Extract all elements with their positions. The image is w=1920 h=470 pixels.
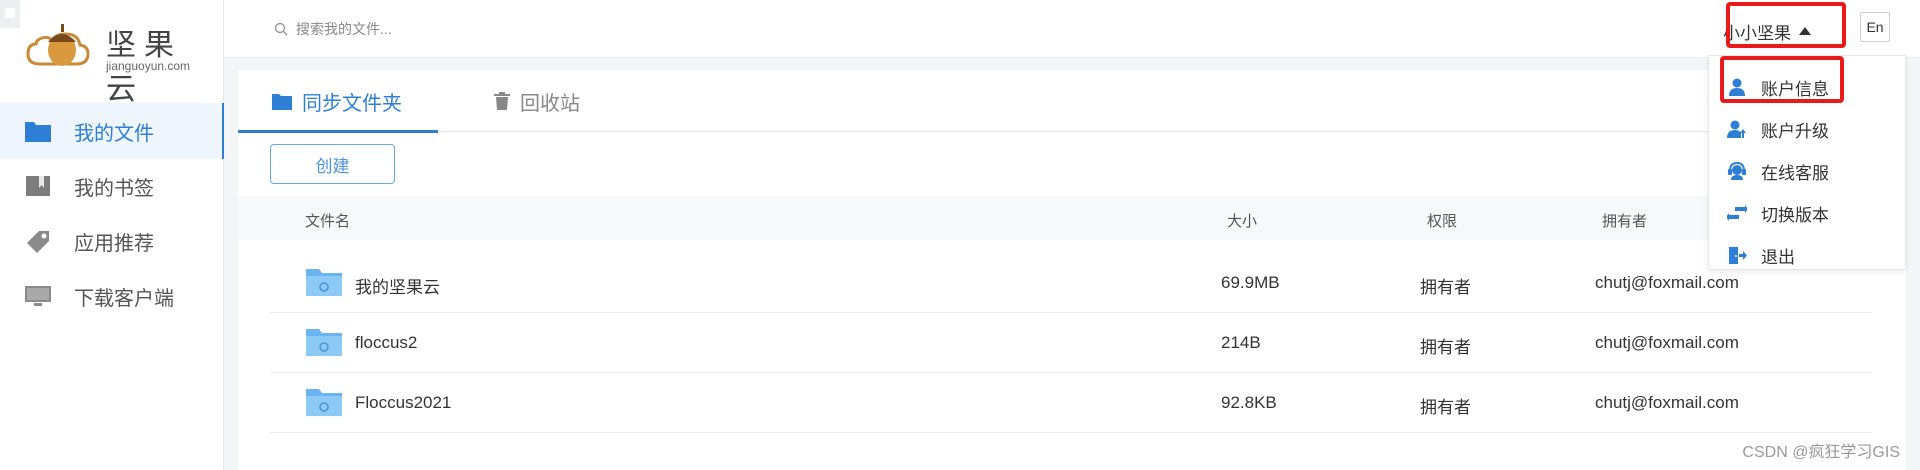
sidebar-item-label: 我的书签 bbox=[74, 177, 154, 200]
sidebar-item-label: 我的文件 bbox=[74, 122, 154, 145]
table-row[interactable]: floccus2 214B 拥有者 chutj@foxmail.com bbox=[270, 313, 1872, 373]
file-permission: 拥有者 bbox=[1420, 338, 1471, 357]
logout-icon bbox=[1726, 244, 1748, 266]
menu-item-account-upgrade[interactable]: 账户升级 bbox=[1709, 108, 1905, 150]
bookmark-book-icon bbox=[24, 172, 52, 200]
column-header-permission: 权限 bbox=[1427, 213, 1458, 230]
folder-icon bbox=[24, 117, 52, 145]
monitor-icon bbox=[24, 282, 52, 310]
sidebar-item-app-recommend[interactable]: 应用推荐 bbox=[0, 213, 223, 269]
folder-icon bbox=[272, 93, 292, 110]
trash-icon bbox=[494, 92, 510, 110]
headset-icon bbox=[1726, 160, 1748, 182]
highlight-box-account-info bbox=[1720, 56, 1844, 103]
logo[interactable]: 坚果云 jianguoyun.com bbox=[26, 14, 206, 107]
acorn-logo-icon bbox=[26, 24, 90, 66]
menu-item-label: 账户升级 bbox=[1761, 121, 1829, 141]
column-header-size[interactable]: 大小 bbox=[1227, 210, 1257, 231]
sidebar-item-label: 下载客户端 bbox=[74, 287, 174, 310]
switch-arrows-icon bbox=[1726, 202, 1748, 224]
search-input[interactable]: 搜索我的文件... bbox=[274, 16, 674, 42]
tab-label: 同步文件夹 bbox=[302, 92, 402, 115]
tab-recycle-bin[interactable]: 回收站 bbox=[494, 70, 634, 132]
sidebar-item-my-files[interactable]: 我的文件 bbox=[0, 103, 224, 159]
file-owner: chutj@foxmail.com bbox=[1595, 273, 1739, 292]
tab-bar: 同步文件夹 回收站 bbox=[238, 70, 1906, 133]
file-size: 92.8KB bbox=[1221, 393, 1277, 412]
file-name[interactable]: 我的坚果云 bbox=[355, 273, 440, 298]
sidebar-item-download-client[interactable]: 下载客户端 bbox=[0, 268, 223, 324]
create-button[interactable]: 创建 bbox=[270, 144, 395, 184]
search-placeholder: 搜索我的文件... bbox=[296, 21, 392, 37]
file-name[interactable]: floccus2 bbox=[355, 333, 417, 353]
column-header-name[interactable]: 文件名 bbox=[305, 210, 350, 231]
table-row[interactable]: 我的坚果云 69.9MB 拥有者 chutj@foxmail.com bbox=[270, 253, 1872, 313]
language-toggle-button[interactable]: En bbox=[1860, 12, 1890, 42]
file-size: 214B bbox=[1221, 333, 1261, 352]
table-row[interactable]: Floccus2021 92.8KB 拥有者 chutj@foxmail.com bbox=[270, 373, 1872, 433]
menu-item-online-support[interactable]: 在线客服 bbox=[1709, 150, 1905, 192]
tab-label: 回收站 bbox=[520, 92, 580, 115]
top-header: 搜索我的文件... 小小坚果 En bbox=[224, 0, 1920, 58]
file-owner: chutj@foxmail.com bbox=[1595, 333, 1739, 352]
highlight-box-user bbox=[1726, 2, 1846, 48]
search-icon bbox=[274, 22, 288, 36]
file-permission: 拥有者 bbox=[1420, 398, 1471, 417]
file-owner: chutj@foxmail.com bbox=[1595, 393, 1739, 412]
menu-item-label: 切换版本 bbox=[1761, 205, 1829, 225]
logo-subtitle: jianguoyun.com bbox=[106, 59, 191, 73]
file-name[interactable]: Floccus2021 bbox=[355, 393, 451, 413]
sync-folder-icon bbox=[306, 389, 342, 416]
column-header-owner: 拥有者 bbox=[1602, 213, 1648, 230]
sync-folder-icon bbox=[306, 269, 342, 296]
user-upgrade-icon bbox=[1726, 118, 1748, 140]
sync-folder-icon bbox=[306, 329, 342, 356]
watermark: CSDN @疯狂学习GIS bbox=[1742, 444, 1900, 461]
sidebar: 坚果云 jianguoyun.com 我的文件 我的书签 应用推荐 下载客户端 bbox=[0, 0, 224, 470]
menu-item-label: 退出 bbox=[1761, 247, 1795, 267]
menu-item-switch-version[interactable]: 切换版本 bbox=[1709, 192, 1905, 234]
file-size: 69.9MB bbox=[1221, 273, 1280, 292]
tag-icon bbox=[24, 227, 52, 255]
menu-item-label: 在线客服 bbox=[1761, 163, 1829, 183]
sidebar-item-bookmarks[interactable]: 我的书签 bbox=[0, 158, 223, 214]
file-permission: 拥有者 bbox=[1420, 278, 1471, 297]
sidebar-item-label: 应用推荐 bbox=[74, 232, 154, 255]
table-header: 文件名 大小 权限 拥有者 bbox=[238, 196, 1906, 240]
menu-item-logout[interactable]: 退出 bbox=[1709, 234, 1905, 276]
tab-sync-folders[interactable]: 同步文件夹 bbox=[238, 70, 438, 133]
